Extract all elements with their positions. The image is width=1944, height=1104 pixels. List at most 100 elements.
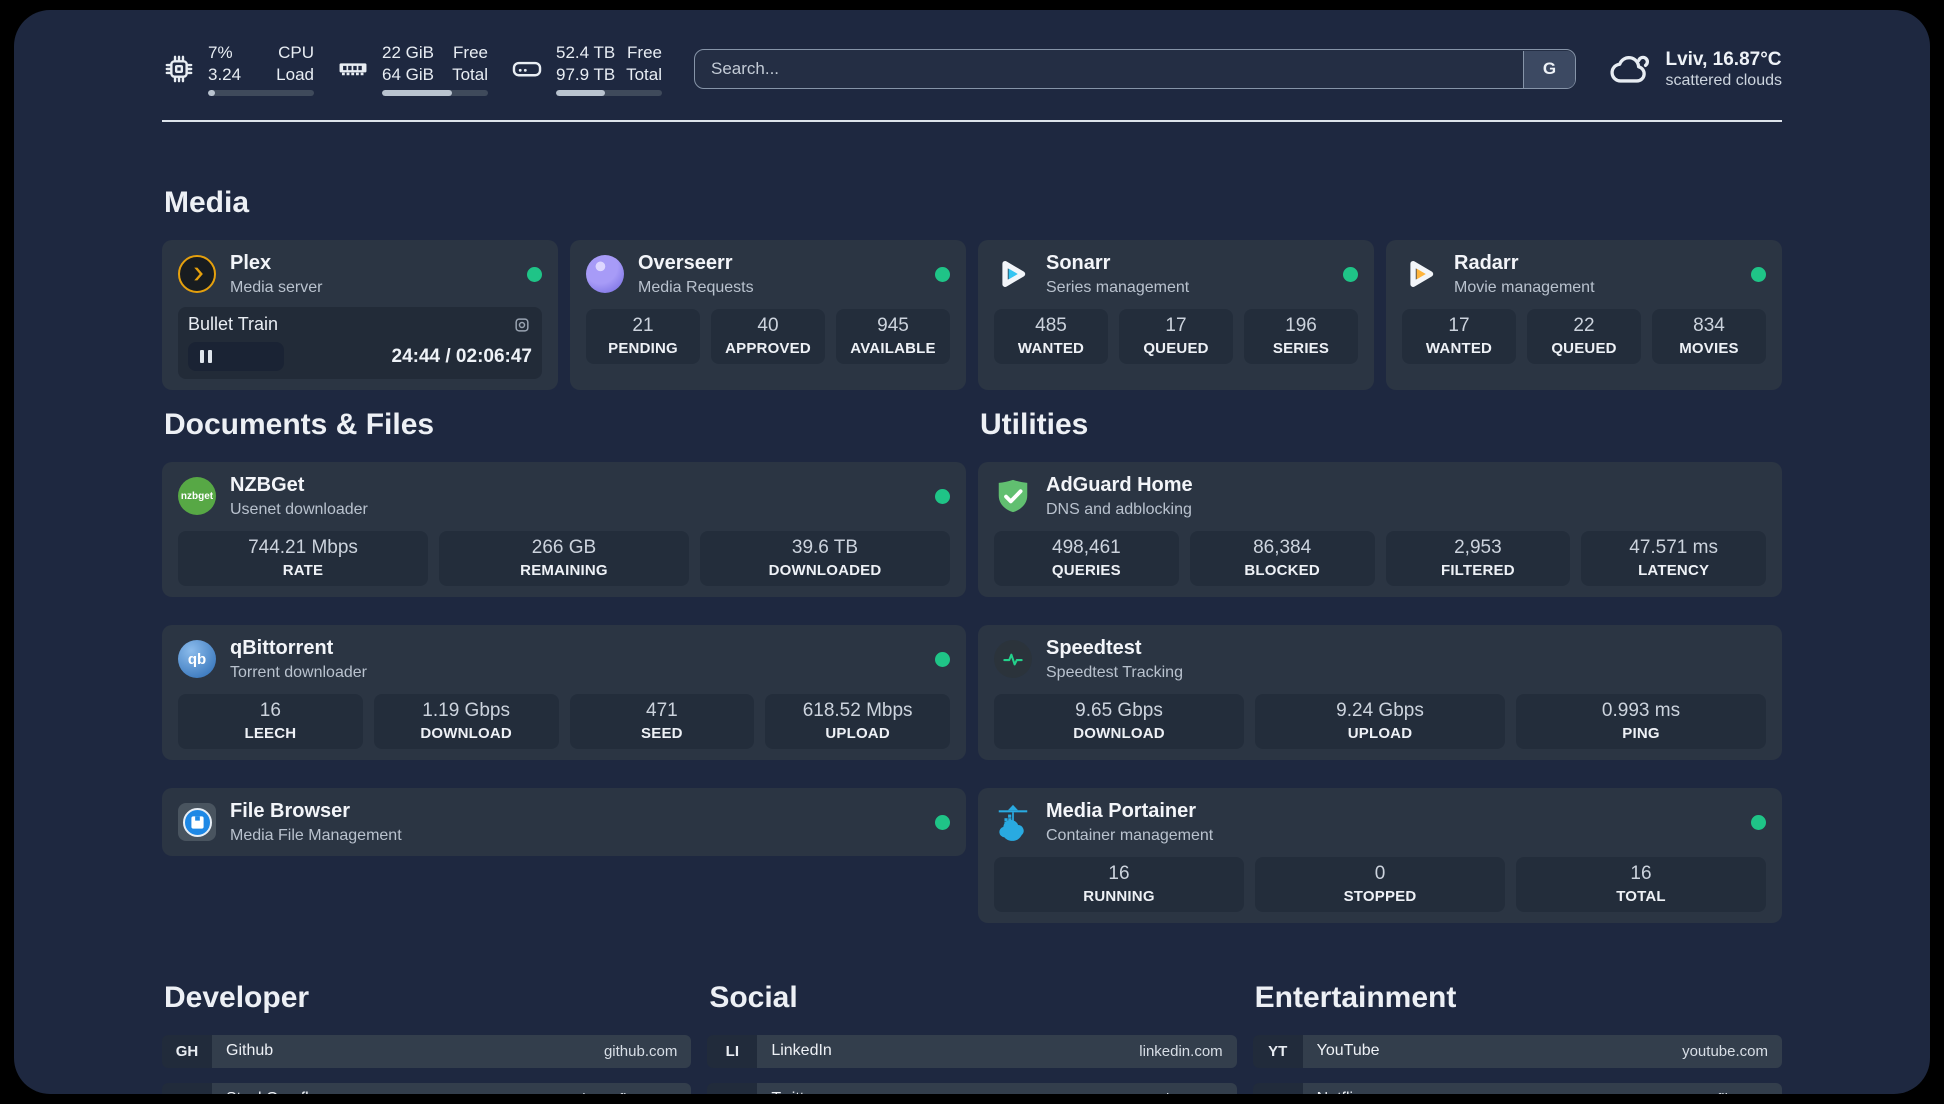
pause-button[interactable] [188, 342, 284, 372]
search-bar: G [694, 49, 1577, 89]
section-heading-developer: Developer [164, 980, 310, 1014]
nzbget-subtitle: Usenet downloader [230, 501, 368, 519]
stat-movies: 834 MOVIES [1652, 309, 1766, 364]
stat-latency: 47.571 ms LATENCY [1581, 531, 1766, 587]
stat-rate: 744.21 Mbps RATE [178, 531, 428, 587]
weather-condition: scattered clouds [1665, 72, 1782, 90]
cpu-progress-bar [208, 90, 314, 97]
bookmark-twitter[interactable]: TW Twitter twitter.com [707, 1082, 1237, 1094]
filebrowser-status-dot [935, 814, 950, 830]
card-portainer[interactable]: Media Portainer Container management 16 … [978, 787, 1782, 923]
cpu-usage-value: 7% [208, 42, 233, 62]
plex-subtitle: Media server [230, 279, 323, 296]
section-entertainment: Entertainment YT YouTube youtube.com NF … [1252, 980, 1782, 1094]
section-heading-social: Social [709, 980, 798, 1014]
section-heading-utilities: Utilities [980, 408, 1089, 442]
disk-icon [512, 61, 542, 77]
stat-upload: 9.24 Gbps UPLOAD [1255, 694, 1505, 749]
sonarr-status-dot [1343, 266, 1358, 282]
card-nzbget[interactable]: nzbget NZBGet Usenet downloader 744.21 M… [162, 462, 966, 598]
disk-stat: 52.4 TB 97.9 TB Free Total [510, 42, 662, 97]
radarr-subtitle: Movie management [1454, 279, 1595, 296]
system-stats: 7% 3.24 CPU Load 22 GiB 64 GiB Free Tota… [162, 42, 662, 97]
radarr-status-dot [1751, 266, 1766, 282]
section-heading-entertainment: Entertainment [1254, 980, 1457, 1014]
ram-stat: 22 GiB 64 GiB Free Total [336, 42, 488, 97]
sonarr-icon [994, 255, 1032, 293]
overseerr-status-dot [935, 266, 950, 282]
stat-filtered: 2,953 FILTERED [1385, 531, 1571, 587]
search-engine-button[interactable]: G [1522, 50, 1575, 88]
section-media: Media Plex Media server Bullet Train 24:… [162, 186, 1782, 391]
now-playing-time: 24:44 / 02:06:47 [391, 345, 533, 367]
portainer-subtitle: Container management [1046, 826, 1214, 844]
overseerr-icon [586, 255, 624, 294]
ram-progress-bar [382, 90, 488, 97]
card-filebrowser[interactable]: File Browser Media File Management [162, 787, 966, 857]
cast-icon[interactable] [512, 315, 532, 335]
pause-icon [200, 350, 204, 364]
plex-title: Plex [230, 252, 272, 274]
card-sonarr[interactable]: Sonarr Series management 485 WANTED 17 Q… [978, 240, 1374, 391]
card-qbittorrent[interactable]: qb qBittorrent Torrent downloader 16 LEE… [162, 625, 966, 760]
ram-icon [339, 63, 367, 76]
cpu-usage-label: CPU [278, 42, 314, 62]
sonarr-title: Sonarr [1046, 252, 1111, 274]
stat-pending: 21 PENDING [586, 309, 700, 364]
cpu-load-label: Load [276, 65, 314, 84]
qbittorrent-icon: qb [178, 640, 216, 679]
search-input[interactable] [694, 49, 1577, 89]
stat-wanted: 485 WANTED [994, 309, 1108, 364]
card-plex[interactable]: Plex Media server Bullet Train 24:44 / 0… [162, 240, 558, 391]
ram-total-label: Total [452, 65, 488, 84]
header-divider [162, 120, 1782, 122]
ram-free-value: 22 GiB [382, 42, 434, 62]
adguard-icon [994, 477, 1032, 515]
stat-total: 16 TOTAL [1516, 857, 1766, 912]
disk-free-label: Free [627, 42, 662, 62]
overseerr-subtitle: Media Requests [638, 279, 754, 296]
speedtest-title: Speedtest [1046, 637, 1142, 660]
card-overseerr[interactable]: Overseerr Media Requests 21 PENDING 40 A… [570, 240, 966, 391]
stat-downloaded: 39.6 TB DOWNLOADED [700, 531, 950, 587]
bookmark-stackoverflow[interactable]: SO StackOverflow stackoverflow.com [162, 1082, 692, 1094]
portainer-title: Media Portainer [1046, 799, 1197, 822]
stat-wanted: 17 WANTED [1402, 309, 1516, 364]
radarr-title: Radarr [1454, 252, 1519, 274]
stat-download: 1.19 Gbps DOWNLOAD [373, 694, 559, 749]
card-adguard[interactable]: AdGuard Home DNS and adblocking 498,461 … [978, 462, 1782, 598]
bookmark-github[interactable]: GH Github github.com [162, 1034, 692, 1068]
stat-ping: 0.993 ms PING [1516, 694, 1766, 749]
overseerr-title: Overseerr [638, 252, 733, 274]
portainer-status-dot [1751, 814, 1766, 830]
plex-now-playing: Bullet Train 24:44 / 02:06:47 [178, 307, 542, 380]
disk-progress-bar [556, 90, 662, 97]
plex-icon [178, 255, 216, 294]
section-heading-documents: Documents & Files [164, 408, 435, 442]
weather-location: Lviv, 16.87°C [1665, 48, 1782, 70]
filebrowser-subtitle: Media File Management [230, 826, 402, 844]
qbittorrent-title: qBittorrent [230, 637, 334, 660]
stat-download: 9.65 Gbps DOWNLOAD [994, 694, 1244, 749]
card-radarr[interactable]: Radarr Movie management 17 WANTED 22 QUE… [1386, 240, 1782, 391]
card-speedtest[interactable]: Speedtest Speedtest Tracking 9.65 Gbps D… [978, 625, 1782, 760]
adguard-title: AdGuard Home [1046, 474, 1193, 497]
section-developer: Developer GH Github github.com SO StackO… [162, 980, 692, 1094]
stat-blocked: 86,384 BLOCKED [1189, 531, 1375, 587]
cpu-icon [165, 55, 193, 83]
ram-total-value: 64 GiB [382, 65, 434, 84]
stat-available: 945 AVAILABLE [836, 309, 950, 364]
stat-queued: 17 QUEUED [1119, 309, 1233, 364]
disk-total-label: Total [626, 65, 662, 84]
stat-upload: 618.52 Mbps UPLOAD [765, 694, 950, 749]
bookmark-netflix[interactable]: NF Netflix netflix.com [1252, 1082, 1782, 1094]
disk-free-value: 52.4 TB [556, 42, 616, 62]
section-documents: Documents & Files nzbget NZBGet Usenet d… [162, 408, 966, 923]
nzbget-icon: nzbget [178, 477, 216, 516]
stat-stopped: 0 STOPPED [1255, 857, 1505, 912]
bookmark-linkedin[interactable]: LI LinkedIn linkedin.com [707, 1034, 1237, 1068]
stat-queued: 22 QUEUED [1527, 309, 1641, 364]
cpu-load-value: 3.24 [208, 65, 242, 84]
stat-approved: 40 APPROVED [711, 309, 825, 364]
bookmark-youtube[interactable]: YT YouTube youtube.com [1252, 1034, 1782, 1068]
